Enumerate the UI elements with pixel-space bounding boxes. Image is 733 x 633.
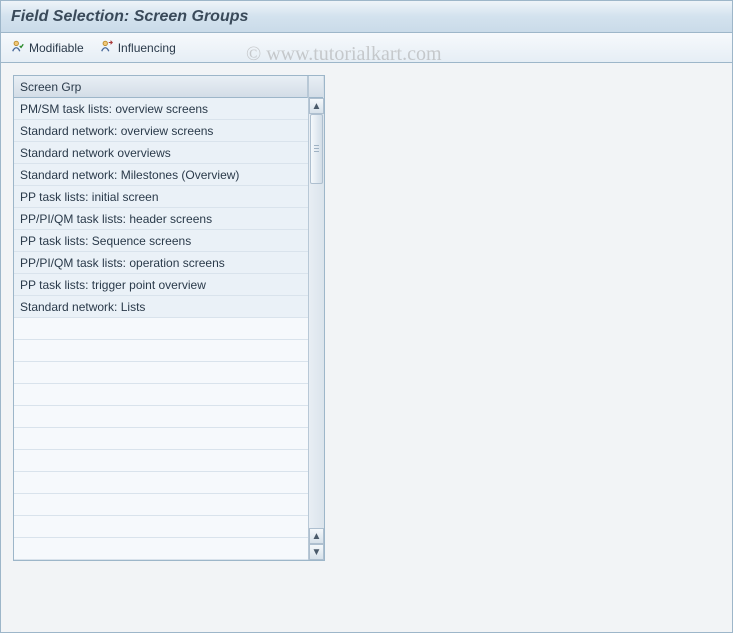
influencing-button[interactable]: Influencing xyxy=(100,39,176,56)
table-row-empty xyxy=(14,450,308,472)
table-row-empty xyxy=(14,384,308,406)
table-row[interactable]: PP task lists: trigger point overview xyxy=(14,274,308,296)
scroll-down-button[interactable]: ▼ xyxy=(309,544,324,560)
chevron-up-icon: ▲ xyxy=(312,101,322,112)
table-row-empty xyxy=(14,362,308,384)
table-row[interactable]: Standard network: Lists xyxy=(14,296,308,318)
influencing-label: Influencing xyxy=(118,41,176,55)
toolbar: Modifiable Influencing xyxy=(1,33,732,63)
table-row[interactable]: PP task lists: initial screen xyxy=(14,186,308,208)
table-row-empty xyxy=(14,494,308,516)
table-row-empty xyxy=(14,428,308,450)
table-row-empty xyxy=(14,472,308,494)
table-row[interactable]: PM/SM task lists: overview screens xyxy=(14,98,308,120)
person-check-icon xyxy=(11,39,25,56)
person-arrow-icon xyxy=(100,39,114,56)
table-row-empty xyxy=(14,340,308,362)
table-row[interactable]: PP/PI/QM task lists: header screens xyxy=(14,208,308,230)
scroll-track[interactable] xyxy=(309,114,324,528)
table-row[interactable]: Standard network overviews xyxy=(14,142,308,164)
scroll-up-button[interactable]: ▲ xyxy=(309,98,324,114)
modifiable-button[interactable]: Modifiable xyxy=(11,39,84,56)
table-row-empty xyxy=(14,406,308,428)
scroll-thumb[interactable] xyxy=(310,114,323,184)
chevron-up-icon: ▲ xyxy=(312,531,322,542)
page-title: Field Selection: Screen Groups xyxy=(11,8,248,26)
content-area: Screen Grp PM/SM task lists: overview sc… xyxy=(1,63,732,632)
table-row-empty xyxy=(14,538,308,560)
screen-groups-table: Screen Grp PM/SM task lists: overview sc… xyxy=(13,75,325,561)
scroll-line-up-button[interactable]: ▲ xyxy=(309,528,324,544)
vertical-scrollbar[interactable]: ▲ ▲ ▼ xyxy=(308,76,324,560)
column-header[interactable]: Screen Grp xyxy=(14,76,308,98)
table-row[interactable]: PP/PI/QM task lists: operation screens xyxy=(14,252,308,274)
table-row[interactable]: Standard network: overview screens xyxy=(14,120,308,142)
column-grip[interactable] xyxy=(309,76,323,98)
table-row[interactable]: PP task lists: Sequence screens xyxy=(14,230,308,252)
table-row-empty xyxy=(14,318,308,340)
table-row-empty xyxy=(14,516,308,538)
table-row[interactable]: Standard network: Milestones (Overview) xyxy=(14,164,308,186)
modifiable-label: Modifiable xyxy=(29,41,84,55)
titlebar: Field Selection: Screen Groups xyxy=(1,1,732,33)
chevron-down-icon: ▼ xyxy=(312,547,322,558)
